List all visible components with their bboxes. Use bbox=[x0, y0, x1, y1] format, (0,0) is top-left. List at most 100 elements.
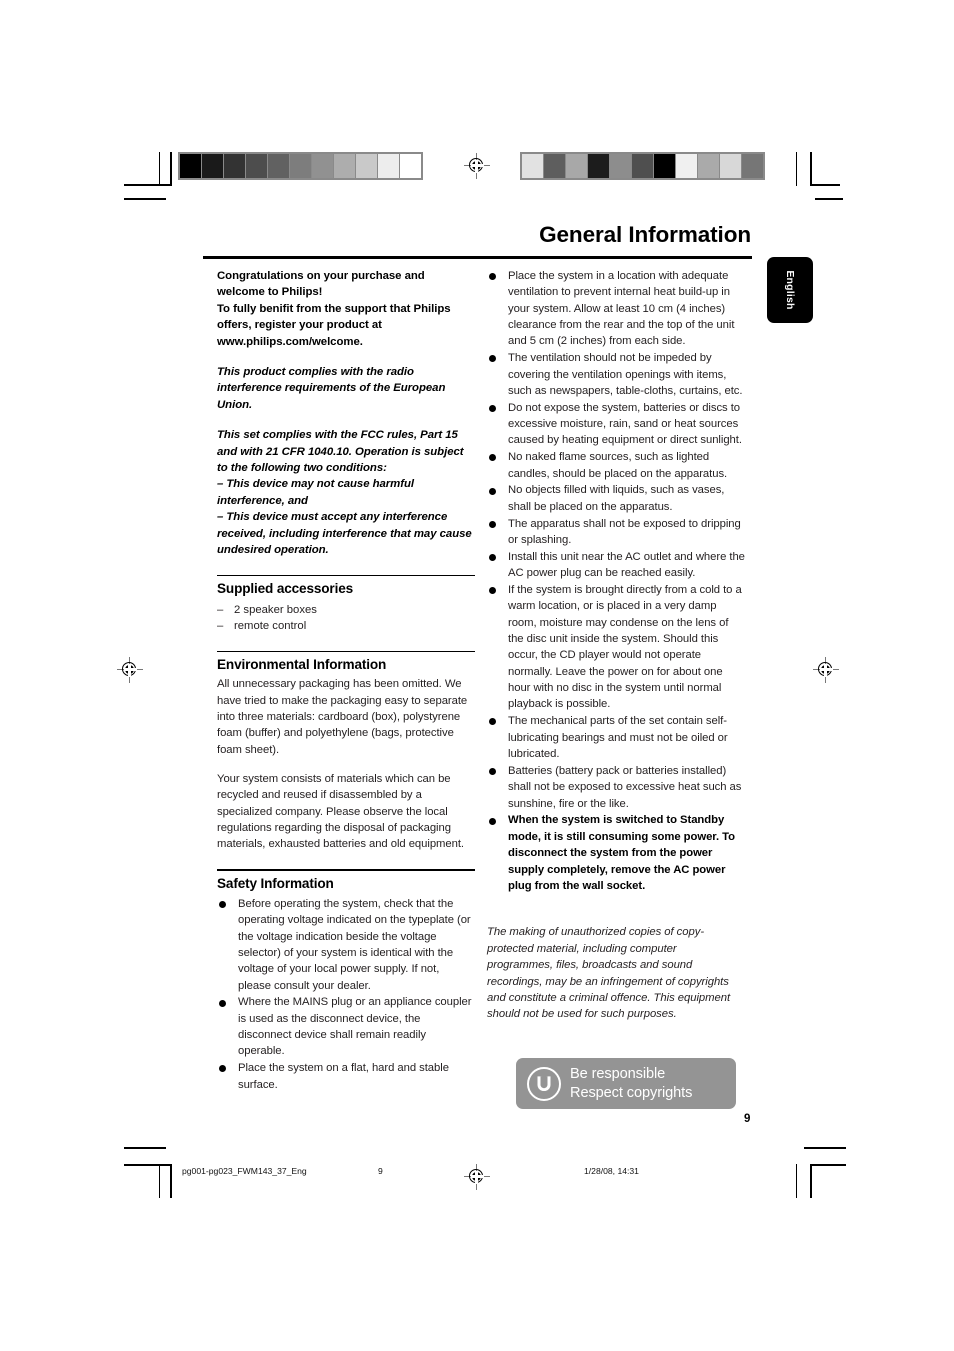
list-item-label: 2 speaker boxes bbox=[234, 603, 317, 616]
list-item: No objects filled with liquids, such as … bbox=[487, 482, 745, 515]
list-item-label: When the system is switched to Standby m… bbox=[508, 814, 736, 892]
crop-mark bbox=[124, 1147, 166, 1149]
gray-swatch bbox=[202, 154, 223, 178]
grayscale-strip-right bbox=[520, 152, 765, 180]
gray-swatch bbox=[246, 154, 267, 178]
list-item: The mechanical parts of the set contain … bbox=[487, 713, 745, 762]
list-item: If the system is brought directly from a… bbox=[487, 582, 745, 713]
dash-marker: – bbox=[217, 620, 224, 633]
bullet-icon bbox=[489, 520, 496, 528]
right-column: Place the system in a location with adeq… bbox=[487, 268, 745, 1023]
gray-swatch bbox=[632, 154, 653, 178]
gray-swatch bbox=[312, 154, 333, 178]
gray-swatch bbox=[654, 154, 675, 178]
gray-swatch bbox=[180, 154, 201, 178]
bullet-icon bbox=[489, 718, 496, 726]
paragraph: All unnecessary packaging has been omitt… bbox=[217, 678, 468, 756]
list-item-label: No objects filled with liquids, such as … bbox=[508, 484, 725, 513]
language-tab-label: English bbox=[784, 270, 796, 310]
list-item-label: remote control bbox=[234, 620, 307, 633]
safety-information-section: Safety Information Before operating the … bbox=[217, 869, 475, 1093]
crop-mark bbox=[804, 1147, 846, 1149]
gray-swatch bbox=[676, 154, 697, 178]
eu-compliance-notice: This product complies with the radio int… bbox=[217, 366, 446, 411]
safety-precautions-list: Place the system in a location with adeq… bbox=[487, 268, 745, 894]
list-item-label: Install this unit near the AC outlet and… bbox=[508, 550, 745, 580]
gray-swatch bbox=[400, 154, 421, 178]
footer-file-name: pg001-pg023_FWM143_37_Eng bbox=[182, 1166, 307, 1176]
section-rule bbox=[217, 574, 475, 576]
crop-mark bbox=[124, 198, 166, 200]
bullet-icon bbox=[489, 587, 496, 595]
gray-swatch bbox=[522, 154, 543, 178]
crop-mark bbox=[159, 152, 161, 186]
gray-swatch bbox=[566, 154, 587, 178]
crop-mark bbox=[810, 1164, 846, 1166]
bullet-icon bbox=[489, 817, 496, 825]
gray-swatch bbox=[378, 154, 399, 178]
gray-swatch bbox=[334, 154, 355, 178]
list-item-label: If the system is brought directly from a… bbox=[508, 584, 742, 711]
bullet-icon bbox=[489, 554, 496, 562]
copyright-logo-icon bbox=[527, 1066, 561, 1101]
safety-information-list: Before operating the system, check that … bbox=[217, 896, 475, 1093]
list-item-label: Where the MAINS plug or an appliance cou… bbox=[238, 996, 472, 1058]
registration-mark-top bbox=[464, 153, 490, 179]
list-item-label: Before operating the system, check that … bbox=[238, 897, 471, 992]
list-item-label: Batteries (battery pack or batteries ins… bbox=[508, 764, 742, 810]
gray-swatch bbox=[720, 154, 741, 178]
badge-line-2: Respect copyrights bbox=[570, 1084, 693, 1101]
list-item-label: The apparatus shall not be exposed to dr… bbox=[508, 517, 741, 546]
section-rule bbox=[217, 869, 475, 871]
document-page: General Information English Congratulati… bbox=[0, 0, 954, 1351]
list-item-label: The ventilation should not be impeded by… bbox=[508, 352, 743, 397]
gray-swatch bbox=[268, 154, 289, 178]
crop-mark bbox=[815, 198, 843, 200]
crop-mark bbox=[810, 184, 840, 186]
welcome-block: Congratulations on your purchase and wel… bbox=[217, 270, 451, 348]
list-item: – 2 speaker boxes bbox=[217, 602, 475, 619]
list-item: The apparatus shall not be exposed to dr… bbox=[487, 516, 745, 549]
left-column: Congratulations on your purchase and wel… bbox=[217, 268, 475, 1093]
gray-swatch bbox=[698, 154, 719, 178]
supplied-accessories-heading: Supplied accessories bbox=[217, 580, 354, 596]
crop-mark bbox=[796, 1164, 798, 1198]
bullet-icon bbox=[489, 355, 496, 363]
gray-swatch bbox=[544, 154, 565, 178]
gray-swatch bbox=[356, 154, 377, 178]
badge-text: Be responsible Respect copyrights bbox=[570, 1065, 692, 1102]
language-tab: English bbox=[767, 257, 813, 323]
section-rule bbox=[217, 651, 475, 653]
badge-line-1: Be responsible bbox=[570, 1066, 666, 1082]
environmental-information-section: Environmental Information All unnecessar… bbox=[217, 651, 475, 852]
list-item-label: Place the system on a flat, hard and sta… bbox=[238, 1062, 449, 1091]
paragraph: Your system consists of materials which … bbox=[217, 772, 464, 851]
page-title: General Information bbox=[539, 222, 751, 247]
crop-mark bbox=[810, 152, 812, 186]
list-item: Install this unit near the AC outlet and… bbox=[487, 549, 745, 582]
crop-mark bbox=[124, 1164, 172, 1166]
gray-swatch bbox=[610, 154, 631, 178]
gray-swatch bbox=[742, 154, 763, 178]
respect-copyrights-badge: Be responsible Respect copyrights bbox=[516, 1058, 736, 1109]
list-item: Place the system in a location with adeq… bbox=[487, 268, 745, 350]
list-item: Where the MAINS plug or an appliance cou… bbox=[217, 994, 475, 1059]
environmental-information-heading: Environmental Information bbox=[217, 657, 387, 673]
list-item: No naked flame sources, such as lighted … bbox=[487, 449, 745, 482]
gray-swatch bbox=[224, 154, 245, 178]
footer-page-number: 9 bbox=[378, 1166, 383, 1176]
dash-marker: – bbox=[217, 603, 224, 616]
list-item: – remote control bbox=[217, 618, 475, 635]
fcc-compliance-notice: This set complies with the FCC rules, Pa… bbox=[217, 429, 472, 557]
page-number: 9 bbox=[744, 1113, 751, 1125]
crop-mark bbox=[170, 152, 172, 186]
bullet-icon bbox=[219, 1065, 226, 1073]
crop-mark bbox=[796, 152, 798, 186]
bullet-icon bbox=[489, 454, 496, 462]
footer-timestamp: 1/28/08, 14:31 bbox=[584, 1166, 639, 1176]
supplied-accessories-list: – 2 speaker boxes – remote control bbox=[217, 602, 475, 635]
gray-swatch bbox=[588, 154, 609, 178]
bullet-icon bbox=[489, 404, 496, 412]
bullet-icon bbox=[489, 273, 496, 281]
list-item: Before operating the system, check that … bbox=[217, 896, 475, 994]
